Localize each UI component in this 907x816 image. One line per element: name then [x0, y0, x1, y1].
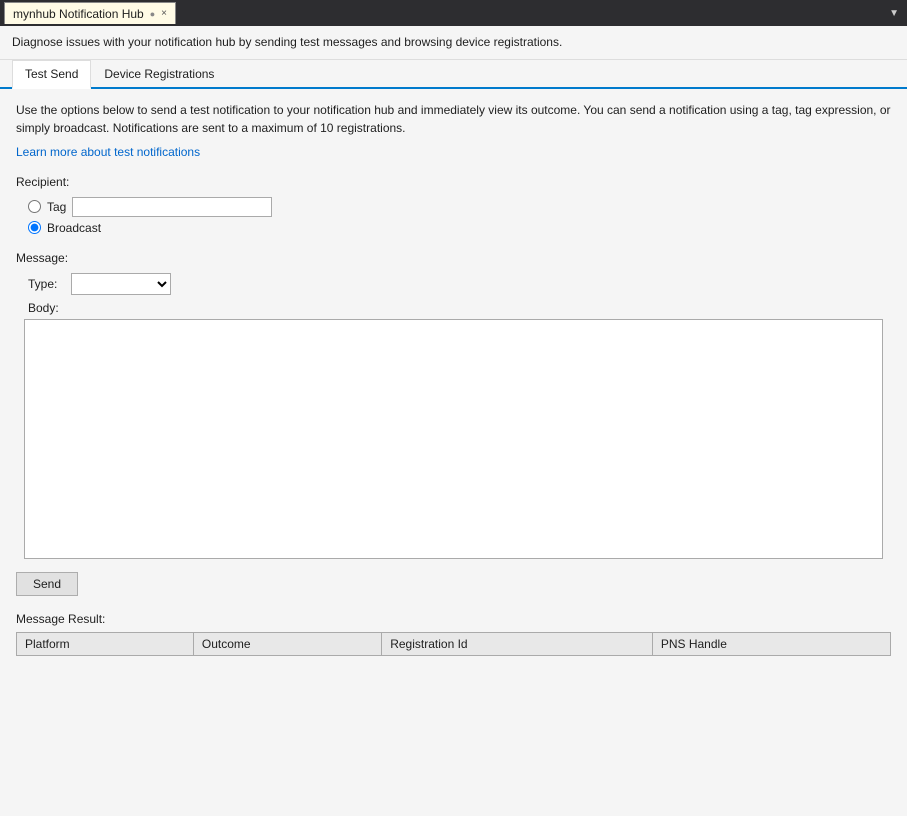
learn-more-link[interactable]: Learn more about test notifications	[16, 145, 200, 159]
scroll-arrow-icon[interactable]: ▼	[885, 6, 903, 21]
message-label: Message:	[16, 251, 891, 265]
table-header-row: Platform Outcome Registration Id PNS Han…	[17, 632, 891, 655]
body-label: Body:	[28, 301, 891, 315]
tag-input[interactable]	[72, 197, 272, 217]
nav-tabs: Test Send Device Registrations	[0, 60, 907, 89]
recipient-label: Recipient:	[16, 175, 891, 189]
column-outcome: Outcome	[193, 632, 381, 655]
content-area: Diagnose issues with your notification h…	[0, 26, 907, 816]
recipient-section: Recipient: Tag Broadcast	[16, 175, 891, 235]
type-select[interactable]	[71, 273, 171, 295]
broadcast-radio[interactable]	[28, 221, 41, 234]
tag-radio-row: Tag	[28, 197, 891, 217]
result-section: Message Result: Platform Outcome Registr…	[16, 612, 891, 656]
tag-radio-label: Tag	[47, 200, 66, 214]
message-section: Message: Type: Body:	[16, 251, 891, 562]
result-label: Message Result:	[16, 612, 891, 626]
column-pns-handle: PNS Handle	[652, 632, 890, 655]
tab-icon: ●	[150, 9, 155, 19]
window-tab[interactable]: mynhub Notification Hub ● ×	[4, 2, 176, 24]
tab-device-registrations[interactable]: Device Registrations	[91, 60, 227, 89]
tag-radio[interactable]	[28, 200, 41, 213]
description-bar: Diagnose issues with your notification h…	[0, 26, 907, 60]
tab-close-button[interactable]: ×	[161, 9, 167, 19]
description-text: Diagnose issues with your notification h…	[12, 35, 562, 49]
column-registration-id: Registration Id	[382, 632, 653, 655]
send-button[interactable]: Send	[16, 572, 78, 596]
info-text: Use the options below to send a test not…	[16, 101, 891, 137]
title-bar: mynhub Notification Hub ● × ▼	[0, 0, 907, 26]
broadcast-radio-label: Broadcast	[47, 221, 101, 235]
type-row: Type:	[28, 273, 891, 295]
result-table: Platform Outcome Registration Id PNS Han…	[16, 632, 891, 656]
column-platform: Platform	[17, 632, 194, 655]
main-content: Use the options below to send a test not…	[0, 89, 907, 816]
tab-test-send[interactable]: Test Send	[12, 60, 91, 89]
broadcast-radio-row: Broadcast	[28, 221, 891, 235]
tab-title: mynhub Notification Hub	[13, 7, 144, 21]
type-label: Type:	[28, 277, 63, 291]
body-textarea[interactable]	[24, 319, 883, 559]
main-window: mynhub Notification Hub ● × ▼ Diagnose i…	[0, 0, 907, 816]
